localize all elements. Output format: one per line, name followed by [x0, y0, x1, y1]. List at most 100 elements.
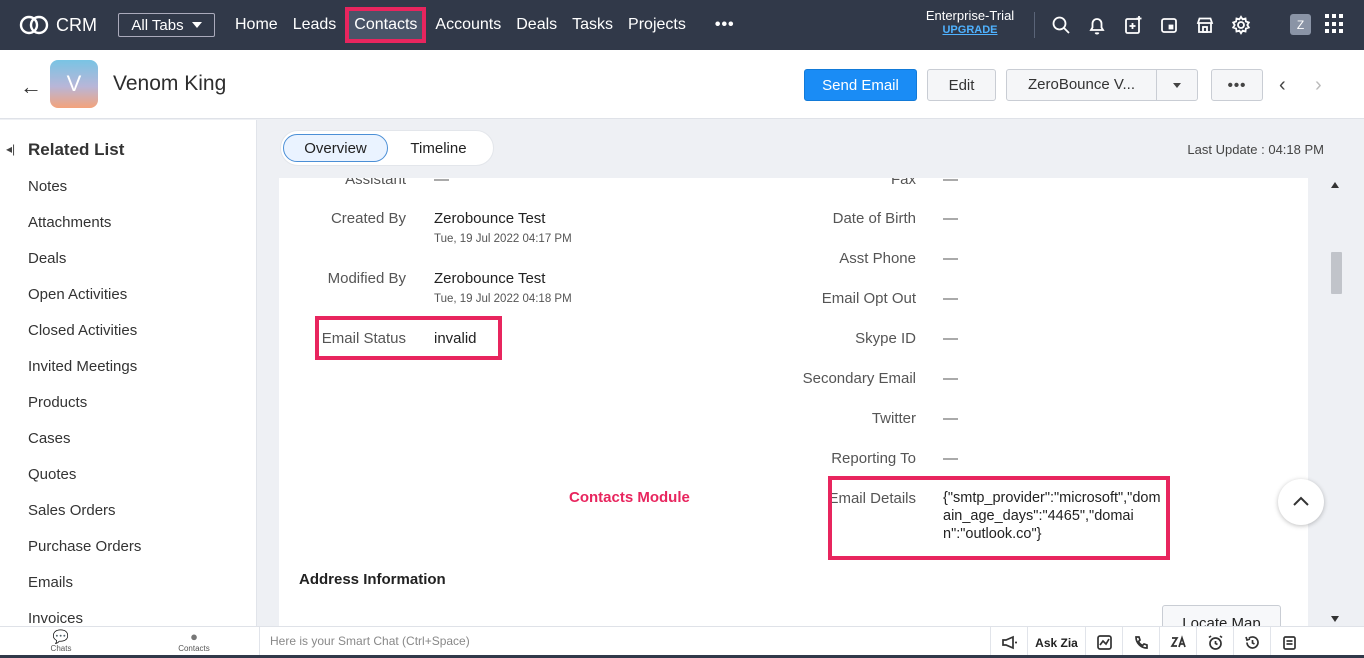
zerobounce-dropdown[interactable]: [1157, 82, 1197, 88]
field-value-email-opt-out[interactable]: —: [943, 290, 958, 307]
tab-contacts[interactable]: Contacts: [345, 7, 427, 43]
tab-timeline[interactable]: Timeline: [396, 134, 481, 162]
crm-logo-icon: [19, 15, 49, 35]
last-update: Last Update : 04:18 PM: [1187, 142, 1324, 157]
gear-icon[interactable]: [1230, 14, 1252, 36]
notes-icon[interactable]: [1270, 627, 1307, 658]
crm-logo[interactable]: CRM: [18, 14, 118, 36]
send-email-button[interactable]: Send Email: [804, 69, 917, 101]
more-tabs-button[interactable]: •••: [715, 16, 735, 34]
scrollbar[interactable]: [1327, 178, 1345, 626]
field-value-date-of-birth[interactable]: —: [943, 210, 958, 227]
calendar-icon[interactable]: [1158, 14, 1180, 36]
ask-zia-button[interactable]: Ask Zia: [1027, 627, 1085, 658]
trial-info: Enterprise-Trial UPGRADE: [915, 8, 1025, 36]
sidebar-item-attachments[interactable]: Attachments: [28, 214, 141, 250]
field-label-email-opt-out: Email Opt Out: [821, 290, 916, 307]
annotation-label: Contacts Module: [569, 489, 690, 506]
field-value-skype-id[interactable]: —: [943, 330, 958, 347]
sidebar-item-emails[interactable]: Emails: [28, 574, 141, 610]
sidebar-item-invoices[interactable]: Invoices: [28, 610, 141, 626]
field-value-asst-phone[interactable]: —: [943, 250, 958, 267]
sidebar-item-open-activities[interactable]: Open Activities: [28, 286, 141, 322]
record-name: Venom King: [113, 72, 227, 95]
record-header: ← V Venom King Send Email Edit ZeroBounc…: [0, 50, 1364, 119]
collapse-sidebar-icon[interactable]: ◂|: [6, 142, 15, 156]
contacts-button[interactable]: ● Contacts: [176, 629, 212, 654]
tab-overview[interactable]: Overview: [283, 134, 388, 162]
app-name: CRM: [56, 14, 97, 35]
marketplace-icon[interactable]: [1194, 14, 1216, 36]
locate-map-button[interactable]: Locate Map: [1162, 605, 1281, 626]
edit-button[interactable]: Edit: [927, 69, 996, 101]
field-label-asst-phone: Asst Phone: [839, 250, 916, 267]
field-value-twitter[interactable]: —: [943, 410, 958, 427]
tab-tasks[interactable]: Tasks: [566, 0, 619, 50]
top-navbar: CRM All Tabs Home Leads Contacts Account…: [0, 0, 1364, 50]
scrollbar-thumb[interactable]: [1331, 252, 1342, 294]
alarm-clock-icon[interactable]: [1196, 627, 1233, 658]
chats-label: Chats: [50, 644, 72, 653]
view-tabs: Overview Timeline: [280, 130, 494, 166]
previous-record-icon[interactable]: ‹: [1279, 74, 1286, 97]
nav-icons: [1050, 0, 1252, 50]
scroll-to-top-button[interactable]: [1278, 479, 1324, 525]
sidebar-item-quotes[interactable]: Quotes: [28, 466, 141, 502]
back-arrow-icon[interactable]: ←: [20, 74, 42, 100]
address-section-title: Address Information: [299, 571, 446, 588]
record-avatar[interactable]: V: [50, 60, 98, 108]
tab-home[interactable]: Home: [229, 0, 284, 50]
field-label-modified-by: Modified By: [327, 270, 406, 287]
smart-chat-input[interactable]: Here is your Smart Chat (Ctrl+Space): [259, 627, 989, 658]
chevron-up-icon: [1293, 496, 1309, 506]
field-label-twitter: Twitter: [871, 410, 916, 427]
sidebar-item-notes[interactable]: Notes: [28, 178, 141, 214]
related-list-sidebar: ◂| Related List Notes Attachments Deals …: [0, 120, 257, 626]
announcement-icon[interactable]: [990, 627, 1027, 658]
all-tabs-dropdown[interactable]: All Tabs: [118, 13, 215, 37]
bottom-bar: 💬 Chats ● Contacts Here is your Smart Ch…: [0, 626, 1364, 658]
upgrade-link[interactable]: UPGRADE: [915, 24, 1025, 36]
sidebar-item-sales-orders[interactable]: Sales Orders: [28, 502, 141, 538]
more-actions-button[interactable]: •••: [1211, 69, 1263, 101]
tab-leads[interactable]: Leads: [287, 0, 343, 50]
field-label-assistant: Assistant: [345, 178, 406, 188]
contacts-label: Contacts: [178, 644, 210, 653]
module-tabs: Home Leads Contacts Accounts Deals Tasks…: [229, 0, 735, 50]
modified-time: Tue, 19 Jul 2022 04:18 PM: [434, 293, 572, 305]
scroll-down-icon[interactable]: [1331, 616, 1339, 622]
field-value-fax[interactable]: —: [943, 178, 958, 188]
history-icon[interactable]: [1233, 627, 1270, 658]
user-avatar[interactable]: Z: [1290, 14, 1311, 35]
sidebar-item-products[interactable]: Products: [28, 394, 141, 430]
all-tabs-label: All Tabs: [131, 16, 184, 34]
field-value-reporting-to[interactable]: —: [943, 450, 958, 467]
field-value-assistant[interactable]: —: [434, 178, 449, 188]
analytics-icon[interactable]: [1085, 627, 1122, 658]
sidebar-item-closed-activities[interactable]: Closed Activities: [28, 322, 141, 358]
tab-projects[interactable]: Projects: [622, 0, 692, 50]
translate-icon[interactable]: [1159, 627, 1196, 658]
tab-deals[interactable]: Deals: [510, 0, 563, 50]
field-value-secondary-email[interactable]: —: [943, 370, 958, 387]
tab-accounts[interactable]: Accounts: [429, 0, 507, 50]
sidebar-item-cases[interactable]: Cases: [28, 430, 141, 466]
chats-button[interactable]: 💬 Chats: [48, 630, 74, 654]
trial-label: Enterprise-Trial: [925, 8, 1015, 23]
next-record-icon[interactable]: ›: [1315, 74, 1322, 97]
phone-icon[interactable]: [1122, 627, 1159, 658]
sidebar-item-invited-meetings[interactable]: Invited Meetings: [28, 358, 141, 394]
sidebar-item-deals[interactable]: Deals: [28, 250, 141, 286]
field-label-secondary-email: Secondary Email: [802, 370, 916, 387]
person-icon: ●: [190, 629, 198, 644]
highlight-email-status: [315, 316, 502, 360]
search-icon[interactable]: [1050, 14, 1072, 36]
zerobounce-button[interactable]: ZeroBounce V...: [1006, 69, 1198, 101]
zerobounce-label[interactable]: ZeroBounce V...: [1007, 70, 1157, 100]
apps-grid-icon[interactable]: [1325, 14, 1345, 34]
scroll-up-icon[interactable]: [1331, 182, 1339, 188]
sidebar-item-purchase-orders[interactable]: Purchase Orders: [28, 538, 141, 574]
add-note-icon[interactable]: [1122, 14, 1144, 36]
field-label-reporting-to: Reporting To: [831, 450, 916, 467]
bell-icon[interactable]: [1086, 14, 1108, 36]
